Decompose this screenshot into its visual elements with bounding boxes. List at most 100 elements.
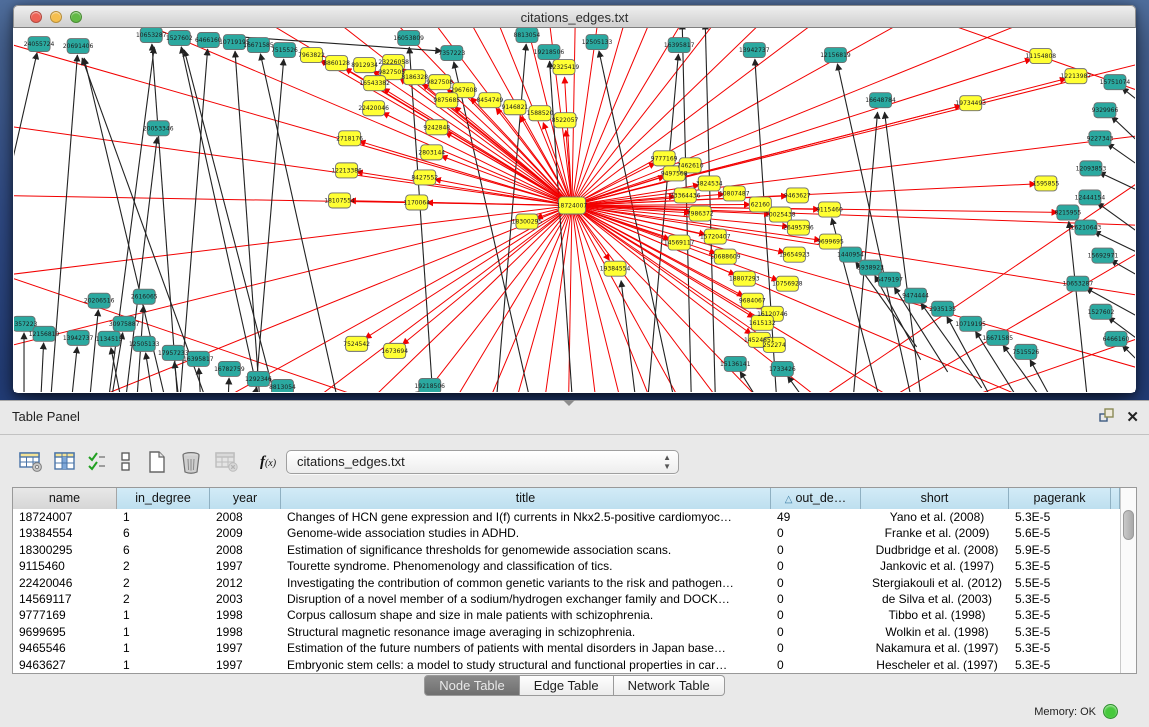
table-cell[interactable]: 2 [117, 558, 210, 574]
memory-status-icon[interactable] [1103, 704, 1118, 719]
table-cell[interactable]: 19384554 [13, 525, 117, 541]
table-cell[interactable]: 0 [771, 542, 861, 558]
function-builder-icon[interactable]: f(x) [248, 449, 288, 475]
table-cell[interactable]: 5.3E-5 [1009, 591, 1111, 607]
edge[interactable] [1107, 143, 1135, 166]
tab-edge-table[interactable]: Edge Table [520, 675, 614, 696]
edge[interactable] [235, 51, 259, 392]
table-row[interactable]: 969969511998Structural magnetic resonanc… [13, 624, 1120, 640]
table-cell[interactable]: Wolkin et al. (1998) [861, 624, 1009, 640]
table-cell[interactable]: Estimation of significance thresholds fo… [281, 542, 771, 558]
tab-node-table[interactable]: Node Table [424, 675, 520, 696]
edge[interactable] [788, 376, 849, 392]
edge[interactable] [445, 132, 572, 205]
table-cell[interactable]: 0 [771, 525, 861, 541]
table-cell[interactable]: Jankovic et al. (1997) [861, 558, 1009, 574]
table-select[interactable]: citations_edges.txt ▲▼ [286, 450, 679, 474]
edge[interactable] [427, 203, 572, 206]
table-cell[interactable]: 2008 [210, 542, 281, 558]
table-cell[interactable]: 5.3E-5 [1009, 558, 1111, 574]
table-row[interactable]: 2242004622012Investigating the contribut… [13, 575, 1120, 591]
edge[interactable] [260, 54, 336, 392]
table-cell[interactable]: 49 [771, 509, 861, 525]
edge[interactable] [572, 205, 1060, 392]
column-header-year[interactable]: year [210, 488, 281, 509]
table-cell[interactable]: Disruption of a novel member of a sodium… [281, 591, 771, 607]
table-cell[interactable]: 1 [117, 640, 210, 656]
table-cell[interactable]: Tibbo et al. (1998) [861, 607, 1009, 623]
table-cell[interactable]: 0 [771, 558, 861, 574]
edge[interactable] [126, 137, 157, 392]
edge[interactable] [14, 53, 37, 392]
float-panel-icon[interactable] [1099, 408, 1114, 428]
network-canvas[interactable]: 2405572420691406106532871527602646616010… [14, 28, 1135, 392]
column-header-in-degree[interactable]: in_degree [117, 488, 210, 509]
table-row[interactable]: 1830029562008Estimation of significance … [13, 542, 1120, 558]
table-cell[interactable]: 2009 [210, 525, 281, 541]
table-cell[interactable]: 1998 [210, 607, 281, 623]
table-cell[interactable]: 9699695 [13, 624, 117, 640]
table-cell[interactable]: 9465546 [13, 640, 117, 656]
table-cell[interactable]: 0 [771, 591, 861, 607]
table-row[interactable]: 946362711997Embryonic stem cells: a mode… [13, 657, 1120, 673]
table-cell[interactable]: 5.6E-5 [1009, 525, 1111, 541]
table-cell[interactable]: 18300295 [13, 542, 117, 558]
edge[interactable] [885, 112, 921, 392]
edge[interactable] [1122, 345, 1135, 363]
edge[interactable] [72, 347, 77, 392]
edge[interactable] [228, 378, 229, 392]
table-cell[interactable]: Yano et al. (2008) [861, 509, 1009, 525]
edge[interactable] [356, 172, 572, 206]
table-cell[interactable]: 6 [117, 525, 210, 541]
column-header-name[interactable]: name [13, 488, 117, 509]
table-cell[interactable]: Hescheler et al. (1997) [861, 657, 1009, 673]
edge[interactable] [152, 44, 177, 392]
table-cell[interactable]: Nakamura et al. (1997) [861, 640, 1009, 656]
table-cell[interactable]: de Silva et al. (2003) [861, 591, 1009, 607]
table-cell[interactable]: 1 [117, 624, 210, 640]
column-header-title[interactable]: title [281, 488, 771, 509]
edge[interactable] [1069, 221, 1087, 392]
table-row[interactable]: 1938455462009Genome-wide association stu… [13, 525, 1120, 541]
window-titlebar[interactable]: citations_edges.txt [13, 5, 1136, 28]
table-cell[interactable]: 1 [117, 509, 210, 525]
edge[interactable] [572, 79, 1066, 206]
edge[interactable] [409, 47, 432, 392]
table-cell[interactable]: Corpus callosum shape and size in male p… [281, 607, 771, 623]
table-cell[interactable]: 0 [771, 657, 861, 673]
table-cell[interactable]: Changes of HCN gene expression and I(f) … [281, 509, 771, 525]
table-cell[interactable]: 2012 [210, 575, 281, 591]
table-row[interactable]: 911546021997Tourette syndrome. Phenomeno… [13, 558, 1120, 574]
edge[interactable] [1111, 260, 1135, 277]
table-mode-icon[interactable] [14, 449, 48, 475]
table-cell[interactable]: 0 [771, 607, 861, 623]
table-cell[interactable]: 18724007 [13, 509, 117, 525]
table-cell[interactable]: 0 [771, 640, 861, 656]
table-cell[interactable]: Structural magnetic resonance image aver… [281, 624, 771, 640]
edge[interactable] [1097, 203, 1135, 234]
table-cell[interactable]: 6 [117, 542, 210, 558]
column-header-out-de-[interactable]: △out_de… [771, 488, 861, 509]
table-row[interactable]: 1456911722003Disruption of a novel membe… [13, 591, 1120, 607]
edge[interactable] [976, 339, 1135, 392]
table-cell[interactable]: Tourette syndrome. Phenomenology and cla… [281, 558, 771, 574]
table-cell[interactable]: 5.3E-5 [1009, 640, 1111, 656]
edge[interactable] [621, 281, 635, 392]
table-scrollbar[interactable] [1120, 488, 1136, 673]
table-row[interactable]: 946554611997Estimation of the future num… [13, 640, 1120, 656]
show-columns-icon[interactable] [48, 449, 82, 475]
table-cell[interactable]: 1997 [210, 657, 281, 673]
table-cell[interactable]: 2 [117, 591, 210, 607]
edge[interactable] [184, 50, 274, 392]
table-cell[interactable]: 0 [771, 624, 861, 640]
table-cell[interactable]: 2008 [210, 509, 281, 525]
table-cell[interactable]: 1 [117, 607, 210, 623]
table-row[interactable]: 1872400712008Changes of HCN gene express… [13, 509, 1120, 525]
close-panel-icon[interactable]: ✕ [1126, 410, 1139, 426]
table-cell[interactable]: 9463627 [13, 657, 117, 673]
edge[interactable] [572, 59, 1031, 205]
table-cell[interactable]: 0 [771, 575, 861, 591]
edge[interactable] [90, 310, 98, 392]
edge[interactable] [255, 59, 283, 392]
table-cell[interactable]: Estimation of the future numbers of pati… [281, 640, 771, 656]
